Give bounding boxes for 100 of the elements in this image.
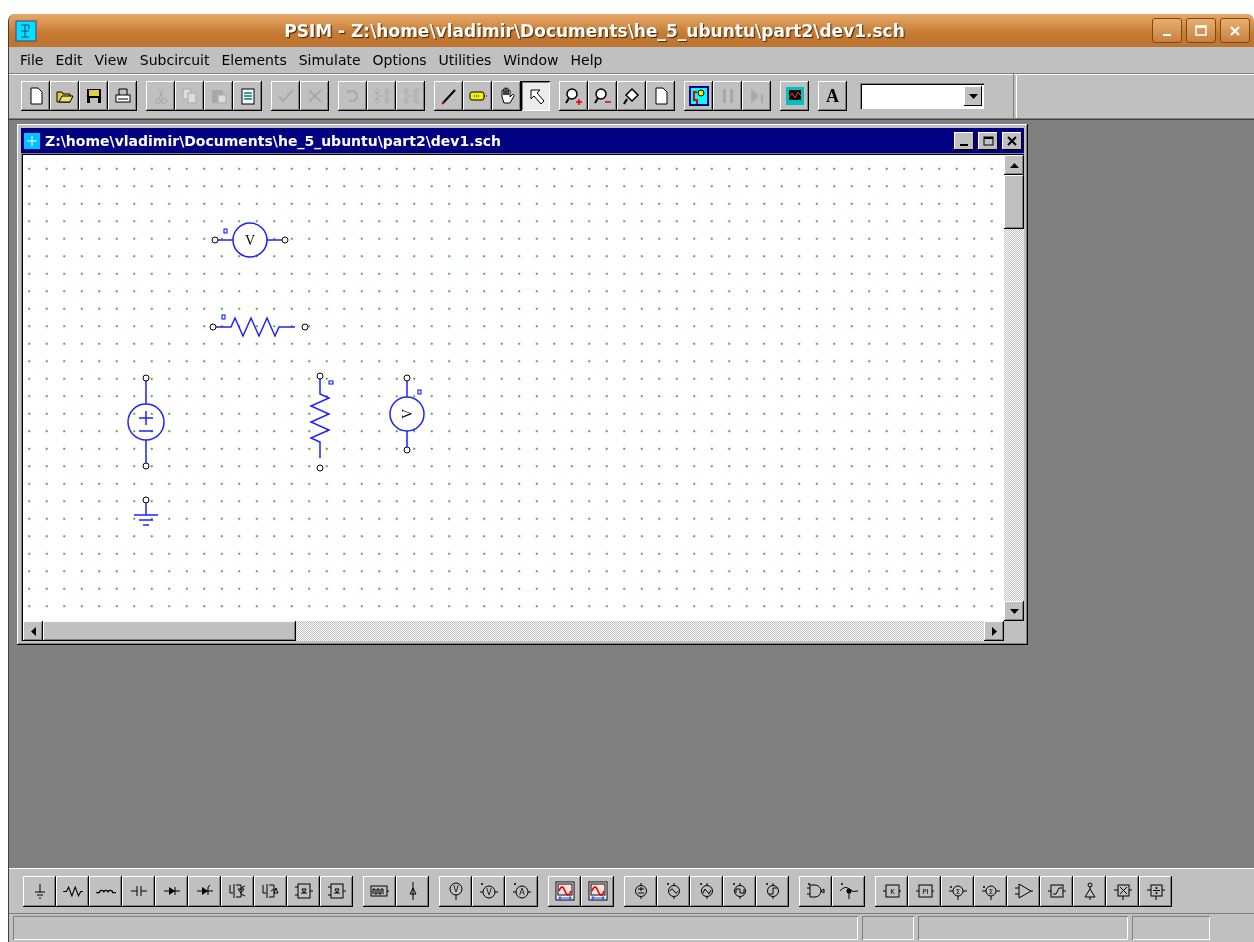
- maximize-button[interactable]: [978, 131, 998, 150]
- close-icon: [1007, 135, 1017, 146]
- toolbar-button[interactable]: [434, 81, 463, 111]
- meter-label: V: [244, 233, 256, 248]
- minimize-icon: [1163, 33, 1171, 36]
- toolbar-button[interactable]: [463, 81, 492, 111]
- menu-item[interactable]: Window: [498, 52, 564, 68]
- element-button[interactable]: [657, 875, 690, 907]
- zoom-out-icon: [592, 86, 613, 106]
- element-button[interactable]: V: [439, 875, 472, 907]
- scroll-right-button[interactable]: [984, 621, 1004, 641]
- toolbar-button[interactable]: [108, 81, 137, 111]
- document-icon: [23, 131, 41, 150]
- element-button[interactable]: [89, 875, 122, 907]
- element-button[interactable]: [1139, 875, 1172, 907]
- element-button[interactable]: [122, 875, 155, 907]
- scroll-left-button[interactable]: [23, 621, 43, 641]
- scope-icon: [587, 881, 608, 901]
- element-button[interactable]: [690, 875, 723, 907]
- scroll-thumb[interactable]: [1004, 175, 1024, 229]
- element-button[interactable]: [832, 875, 865, 907]
- element-button[interactable]: [23, 875, 56, 907]
- element-button[interactable]: [254, 875, 287, 907]
- element-button[interactable]: [1106, 875, 1139, 907]
- element-button[interactable]: [1007, 875, 1040, 907]
- element-button[interactable]: [320, 875, 353, 907]
- caret-icon: [968, 93, 978, 99]
- element-button[interactable]: V: [472, 875, 505, 907]
- element-button[interactable]: [581, 875, 614, 907]
- menu-item[interactable]: Options: [367, 52, 432, 68]
- toolbar-button[interactable]: [588, 81, 617, 111]
- toolbar-button[interactable]: [21, 81, 50, 111]
- zoom-in-icon: [563, 86, 584, 106]
- run-icon: [688, 86, 709, 106]
- window-title: PSIM - Z:\home\vladimir\Documents\he_5_ubuntu\part2\dev1.sch: [283, 20, 906, 41]
- coil-icon: [94, 888, 117, 894]
- element-button[interactable]: A: [505, 875, 538, 907]
- meter-label: V: [400, 408, 415, 420]
- toolbar-button[interactable]: [646, 81, 675, 111]
- toolbar-button[interactable]: [684, 81, 713, 111]
- toolbar-button[interactable]: [492, 81, 521, 111]
- close-button[interactable]: [1220, 18, 1250, 43]
- element-button[interactable]: [221, 875, 254, 907]
- right-arrow-icon: [991, 626, 997, 636]
- menu-item[interactable]: Simulate: [293, 52, 366, 68]
- maximize-icon: [1195, 25, 1207, 36]
- scroll-thumb[interactable]: [43, 621, 296, 641]
- document-title: Z:\home\vladimir\Documents\he_5_ubuntu\part2\dev1.sch: [45, 132, 503, 149]
- transistor-icon: [227, 881, 248, 901]
- element-button[interactable]: [723, 875, 756, 907]
- ground-symbol: [133, 496, 159, 526]
- diamond-pen-icon: [621, 86, 642, 106]
- gate-icon: [805, 881, 826, 901]
- zigzag-icon: [61, 885, 84, 897]
- element-button[interactable]: [155, 875, 188, 907]
- scope-icon: [784, 86, 805, 106]
- dropdown-button[interactable]: [964, 86, 982, 106]
- toolbar-button[interactable]: [617, 81, 646, 111]
- menu-item[interactable]: View: [89, 52, 133, 68]
- close-icon: [1229, 24, 1241, 37]
- close-button[interactable]: [1002, 131, 1022, 150]
- scroll-down-button[interactable]: [1004, 601, 1024, 621]
- menu-item[interactable]: Utilities: [433, 52, 497, 68]
- transistor-icon: [260, 881, 281, 901]
- limiter-icon: [1046, 881, 1067, 901]
- element-button[interactable]: [56, 875, 89, 907]
- element-button[interactable]: [287, 875, 320, 907]
- element-button[interactable]: [624, 875, 657, 907]
- menu-item[interactable]: Subcircuit: [134, 52, 215, 68]
- toolbar-button[interactable]: [233, 81, 262, 111]
- menu-item[interactable]: Elements: [216, 52, 292, 68]
- toolbar-button[interactable]: [79, 81, 108, 111]
- maximize-button[interactable]: [1186, 18, 1216, 43]
- minimize-button[interactable]: [954, 131, 974, 150]
- toolbar-button[interactable]: [50, 81, 79, 111]
- menu-item[interactable]: File: [15, 52, 49, 68]
- element-button[interactable]: [548, 875, 581, 907]
- element-button[interactable]: [363, 875, 396, 907]
- minimize-icon: [960, 143, 968, 146]
- toolbar-button[interactable]: A: [818, 81, 847, 111]
- switch-block-icon: [326, 881, 347, 901]
- element-button[interactable]: [396, 875, 429, 907]
- status-pane: [862, 916, 914, 940]
- up-arrow-icon: [1009, 162, 1019, 168]
- element-button[interactable]: [188, 875, 221, 907]
- element-button[interactable]: [799, 875, 832, 907]
- menu-item[interactable]: Edit: [50, 52, 88, 68]
- menu-item[interactable]: Help: [565, 52, 608, 68]
- letter-icon: A: [826, 85, 839, 107]
- toolbar-button[interactable]: [559, 81, 588, 111]
- element-button[interactable]: [1073, 875, 1106, 907]
- element-button[interactable]: [1040, 875, 1073, 907]
- element-button[interactable]: [756, 875, 789, 907]
- scroll-up-button[interactable]: [1004, 155, 1024, 175]
- combo-box[interactable]: [860, 83, 984, 109]
- node-probe-icon: [838, 881, 859, 901]
- toolbar-button[interactable]: [780, 81, 809, 111]
- toolbar-button[interactable]: [521, 81, 550, 111]
- minimize-button[interactable]: [1152, 18, 1182, 43]
- copy-icon: [179, 86, 200, 106]
